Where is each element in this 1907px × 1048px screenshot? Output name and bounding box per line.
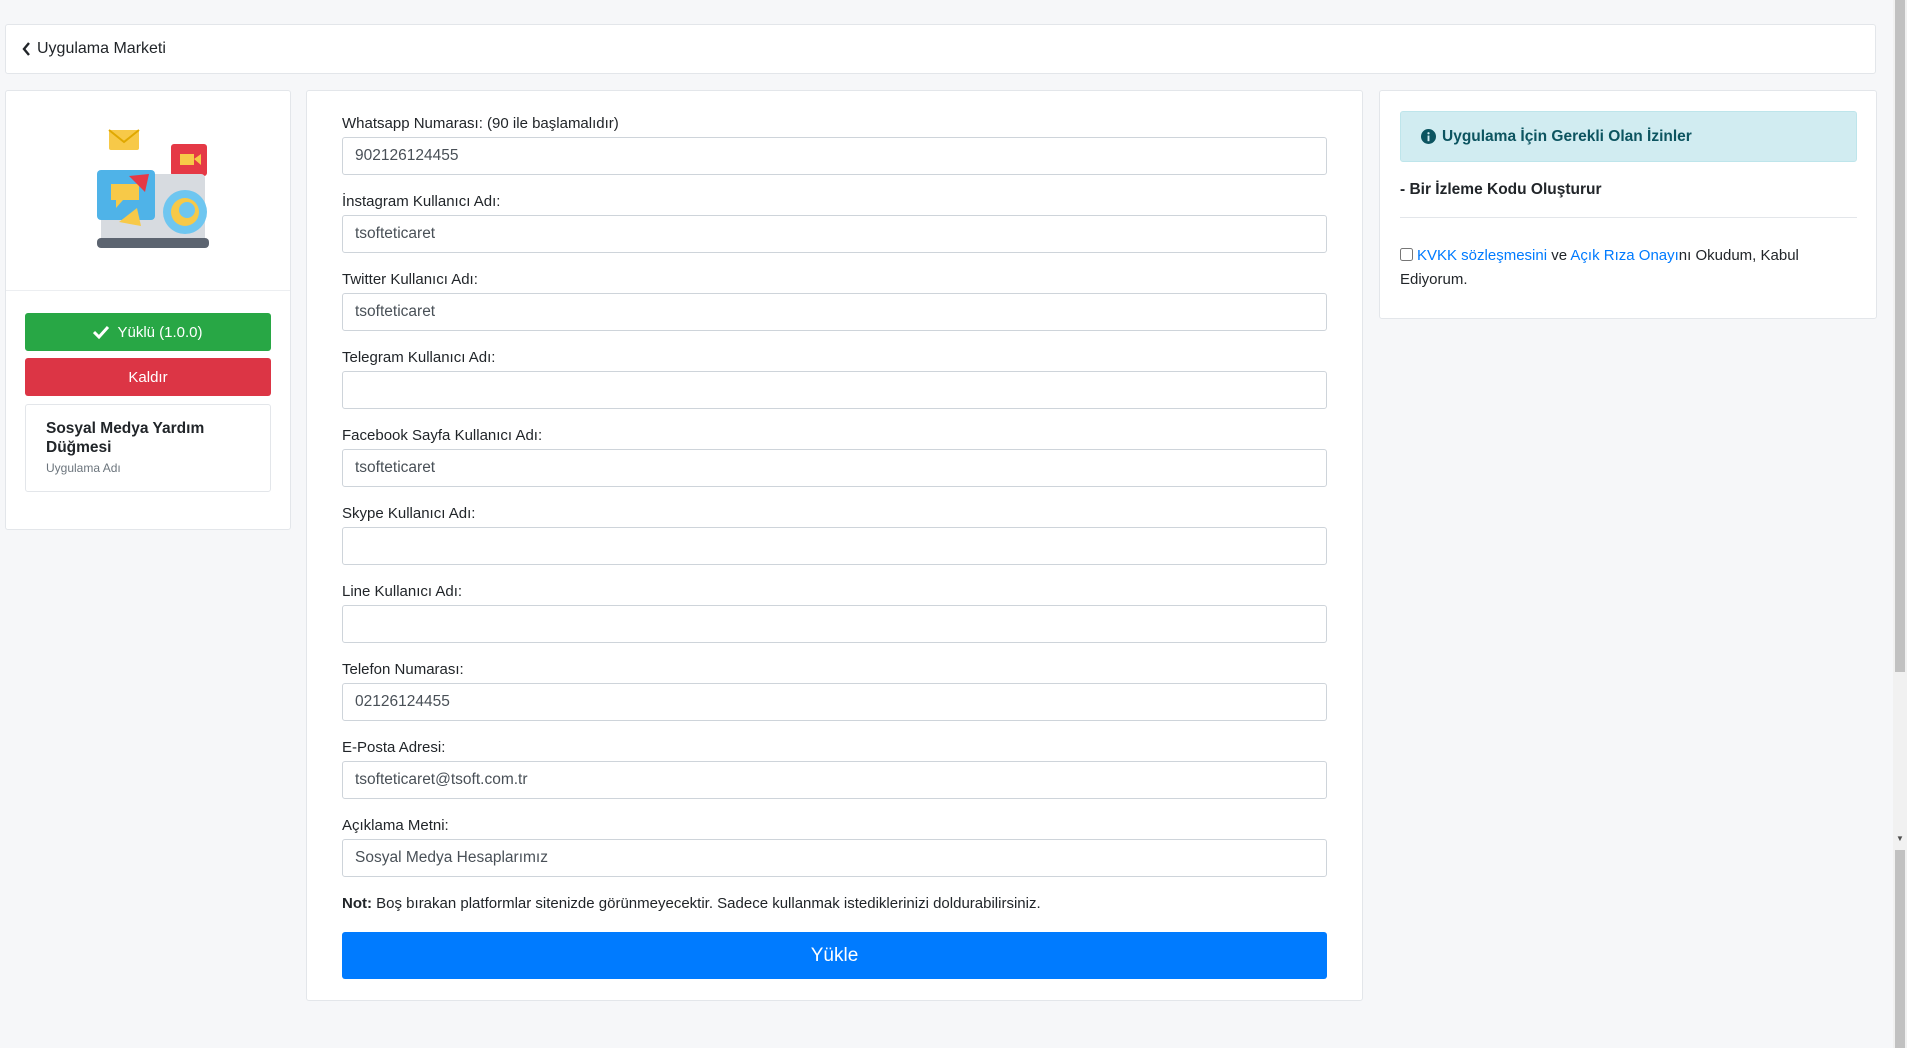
facebook-input[interactable]	[342, 449, 1327, 487]
check-icon	[93, 325, 110, 339]
app-card: Yüklü (1.0.0) Kaldır Sosyal Medya Yardım…	[5, 90, 291, 530]
top-bar: Uygulama Marketi	[5, 24, 1876, 74]
kvkk-link[interactable]: KVKK sözleşmesini	[1417, 247, 1547, 264]
instagram-field: İnstagram Kullanıcı Adı:	[342, 192, 1327, 253]
telegram-input[interactable]	[342, 371, 1327, 409]
description-input[interactable]	[342, 839, 1327, 877]
form-note: Not: Boş bırakan platformlar sitenizde g…	[342, 895, 1041, 912]
chevron-left-icon	[22, 42, 30, 56]
line-label: Line Kullanıcı Adı:	[342, 583, 463, 600]
instagram-label: İnstagram Kullanıcı Adı:	[342, 193, 501, 210]
facebook-label: Facebook Sayfa Kullanıcı Adı:	[342, 427, 543, 444]
email-label: E-Posta Adresi:	[342, 739, 446, 756]
installed-label: Yüklü (1.0.0)	[117, 323, 203, 341]
settings-form: Whatsapp Numarası: (90 ile başlamalıdır)…	[306, 90, 1363, 1001]
remove-button[interactable]: Kaldır	[25, 358, 271, 396]
permissions-title: Uygulama İçin Gerekli Olan İzinler	[1442, 127, 1692, 145]
note-text: Boş bırakan platformlar sitenizde görünm…	[372, 895, 1041, 912]
divider	[1400, 217, 1857, 218]
line-input[interactable]	[342, 605, 1327, 643]
whatsapp-label: Whatsapp Numarası: (90 ile başlamalıdır)	[342, 115, 619, 132]
email-input[interactable]	[342, 761, 1327, 799]
skype-label: Skype Kullanıcı Adı:	[342, 505, 476, 522]
app-illustration	[6, 91, 290, 291]
phone-field: Telefon Numarası:	[342, 660, 1327, 721]
vertical-scrollbar[interactable]: ▼	[1893, 0, 1907, 1048]
description-label: Açıklama Metni:	[342, 817, 449, 834]
consent-checkbox[interactable]	[1400, 248, 1413, 261]
consent-row: KVKK sözleşmesini ve Açık Rıza Onayını O…	[1400, 244, 1857, 292]
telegram-label: Telegram Kullanıcı Adı:	[342, 349, 496, 366]
instagram-input[interactable]	[342, 215, 1327, 253]
scrollbar-thumb-secondary[interactable]	[1895, 850, 1905, 1048]
social-media-illustration-icon	[97, 128, 209, 248]
description-field: Açıklama Metni:	[342, 816, 1327, 877]
app-name-box: Sosyal Medya Yardım Düğmesi Uygulama Adı	[25, 404, 271, 492]
whatsapp-field: Whatsapp Numarası: (90 ile başlamalıdır)	[342, 114, 1327, 175]
email-field: E-Posta Adresi:	[342, 738, 1327, 799]
back-link[interactable]: Uygulama Marketi	[22, 40, 166, 58]
explicit-consent-link[interactable]: Açık Rıza Onayı	[1570, 247, 1678, 264]
twitter-input[interactable]	[342, 293, 1327, 331]
skype-input[interactable]	[342, 527, 1327, 565]
phone-label: Telefon Numarası:	[342, 661, 464, 678]
twitter-field: Twitter Kullanıcı Adı:	[342, 270, 1327, 331]
phone-input[interactable]	[342, 683, 1327, 721]
app-name: Sosyal Medya Yardım Düğmesi	[46, 420, 205, 456]
whatsapp-input[interactable]	[342, 137, 1327, 175]
facebook-field: Facebook Sayfa Kullanıcı Adı:	[342, 426, 1327, 487]
permissions-alert: Uygulama İçin Gerekli Olan İzinler	[1400, 111, 1857, 162]
twitter-label: Twitter Kullanıcı Adı:	[342, 271, 478, 288]
permissions-card: Uygulama İçin Gerekli Olan İzinler - Bir…	[1379, 90, 1877, 319]
installed-button[interactable]: Yüklü (1.0.0)	[25, 313, 271, 351]
scrollbar-thumb[interactable]	[1895, 0, 1905, 672]
consent-mid: ve	[1547, 247, 1571, 264]
install-button[interactable]: Yükle	[342, 932, 1327, 979]
permission-item: - Bir İzleme Kodu Oluşturur	[1400, 181, 1602, 198]
app-name-caption: Uygulama Adı	[46, 461, 121, 475]
scroll-down-arrow-icon[interactable]: ▼	[1896, 834, 1904, 843]
back-link-label: Uygulama Marketi	[37, 40, 166, 57]
note-label: Not:	[342, 895, 372, 912]
telegram-field: Telegram Kullanıcı Adı:	[342, 348, 1327, 409]
line-field: Line Kullanıcı Adı:	[342, 582, 1327, 643]
info-circle-icon	[1421, 129, 1436, 144]
skype-field: Skype Kullanıcı Adı:	[342, 504, 1327, 565]
